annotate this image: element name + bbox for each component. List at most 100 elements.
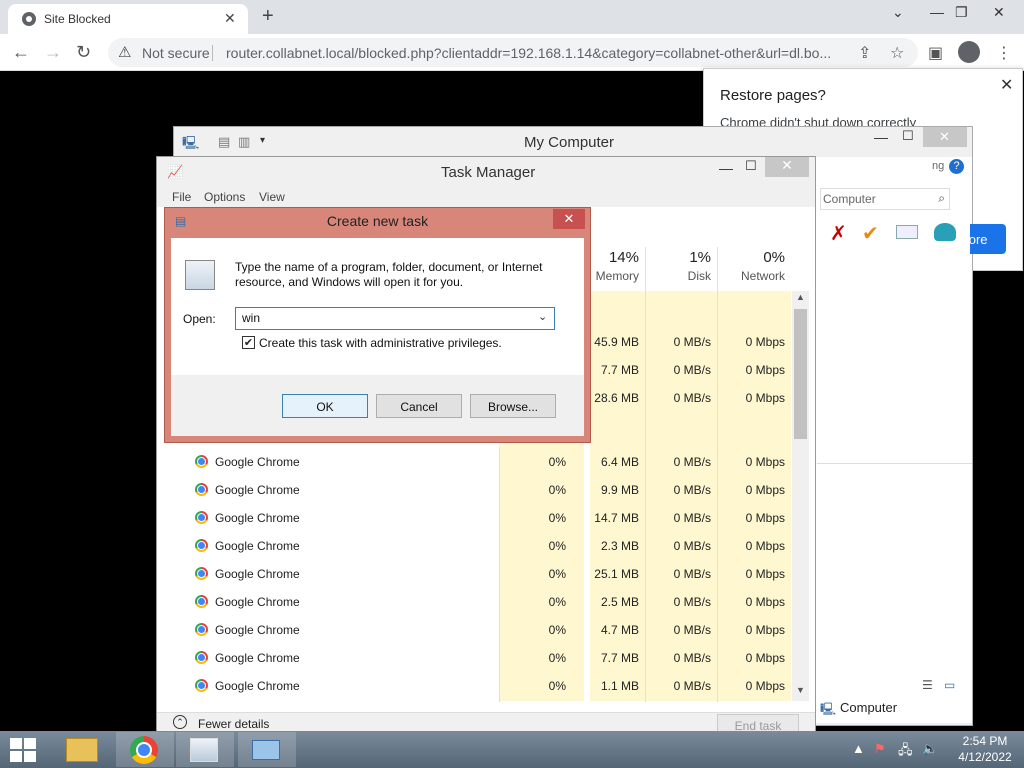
properties-icon[interactable]: ▤ xyxy=(218,134,230,150)
memory-value: 6.4 MB xyxy=(600,455,639,469)
mc-close-button[interactable]: ✕ xyxy=(923,127,967,147)
upper-row-memory: 28.6 MB xyxy=(594,391,639,405)
upper-row-network: 0 Mbps xyxy=(745,391,785,405)
browse-button[interactable]: Browse... xyxy=(470,394,556,418)
upper-row-memory: 7.7 MB xyxy=(600,363,639,377)
cpu-value: 0% xyxy=(548,539,566,553)
disk-label: Disk xyxy=(687,269,711,283)
restore-button-label: Restore xyxy=(970,232,988,247)
memory-label: Memory xyxy=(595,269,639,283)
url-text[interactable]: router.collabnet.local/blocked.php?clien… xyxy=(226,45,831,61)
scroll-up-icon[interactable]: ▲ xyxy=(796,292,805,302)
memory-value: 9.9 MB xyxy=(600,483,639,497)
combo-chevron-down-icon[interactable]: ⌄ xyxy=(538,310,547,323)
mc-maximize-button[interactable]: ☐ xyxy=(902,128,914,144)
upper-row-disk: 0 MB/s xyxy=(673,363,711,377)
restore-button[interactable]: ❐ xyxy=(955,4,968,21)
tm-minimize-button[interactable]: — xyxy=(719,160,733,176)
warning-icon[interactable]: ⚠ xyxy=(118,43,131,61)
chrome-taskbar-button[interactable] xyxy=(116,732,174,767)
tm-maximize-button[interactable]: ☐ xyxy=(745,158,757,174)
tab-title: Site Blocked xyxy=(44,12,111,26)
process-name: Google Chrome xyxy=(215,623,300,637)
mc-minimize-button[interactable]: — xyxy=(874,129,888,145)
network-pct: 0% xyxy=(763,249,785,266)
admin-checkbox-label[interactable]: Create this task with administrative pri… xyxy=(259,336,502,350)
menu-options[interactable]: Options xyxy=(204,190,245,204)
run-taskbar-button[interactable] xyxy=(238,732,296,767)
network-globe-icon[interactable] xyxy=(934,223,956,241)
restore-button[interactable]: Restore xyxy=(970,224,1006,254)
reload-icon[interactable]: ↻ xyxy=(76,42,91,63)
column-disk[interactable]: 1% Disk xyxy=(647,249,711,283)
close-button[interactable]: ✕ xyxy=(993,4,1005,21)
restore-close-icon[interactable]: ✕ xyxy=(1000,75,1013,95)
cancel-button[interactable]: Cancel xyxy=(376,394,462,418)
start-windows-icon[interactable] xyxy=(10,738,38,762)
task-manager-menu: File Options View xyxy=(157,187,815,207)
forward-arrow-icon[interactable]: → xyxy=(44,42,62,63)
tiles-view-icon[interactable]: ▭ xyxy=(944,678,955,692)
run-program-icon xyxy=(185,260,215,290)
tab-site-blocked[interactable]: Site Blocked ✕ xyxy=(8,4,248,34)
memory-value: 1.1 MB xyxy=(600,679,639,693)
network-icon[interactable]: 🖧 xyxy=(898,741,913,763)
taskbar-clock[interactable]: 2:54 PM 4/12/2022 xyxy=(950,733,1020,765)
chrome-icon xyxy=(195,679,208,692)
chrome-icon xyxy=(195,651,208,664)
process-name: Google Chrome xyxy=(215,511,300,525)
action-center-flag-icon[interactable]: ⚑ xyxy=(874,741,886,757)
folder-icon[interactable]: ▥ xyxy=(238,134,250,150)
disk-value: 0 MB/s xyxy=(673,679,711,693)
volume-muted-icon[interactable]: 🔈 xyxy=(922,741,938,757)
column-memory[interactable]: 14% Memory xyxy=(587,249,639,283)
menu-kebab-icon[interactable]: ⋮ xyxy=(996,43,1012,63)
chrome-icon-center xyxy=(138,744,150,756)
share-icon[interactable]: ⇪ xyxy=(858,43,871,63)
rename-icon[interactable] xyxy=(896,225,918,239)
menu-view[interactable]: View xyxy=(259,190,285,204)
chrome-icon xyxy=(195,623,208,636)
ok-button[interactable]: OK xyxy=(282,394,368,418)
open-combobox[interactable]: win ⌄ xyxy=(235,307,555,330)
details-view-icon[interactable]: ☰ xyxy=(922,678,933,692)
delete-x-icon[interactable]: ✗ xyxy=(830,221,847,246)
task-manager-taskbar-button[interactable] xyxy=(176,732,234,767)
cpu-value: 0% xyxy=(548,623,566,637)
minimize-button[interactable]: — xyxy=(930,4,944,20)
scrollbar-thumb[interactable] xyxy=(794,309,807,439)
tab-search-chevron-icon[interactable]: ⌄ xyxy=(892,4,904,21)
checkmark-icon[interactable]: ✔ xyxy=(862,221,879,246)
process-name: Google Chrome xyxy=(215,539,300,553)
column-network[interactable]: 0% Network xyxy=(719,249,785,283)
cpu-value: 0% xyxy=(548,651,566,665)
disk-value: 0 MB/s xyxy=(673,483,711,497)
scroll-down-icon[interactable]: ▼ xyxy=(796,685,805,695)
address-bar[interactable]: ⚠ Not secure router.collabnet.local/bloc… xyxy=(108,38,918,67)
fewer-details-chevron-icon[interactable]: ⌃ xyxy=(173,715,187,729)
show-hidden-icons[interactable]: ▲ xyxy=(852,741,865,756)
content-divider xyxy=(817,463,972,464)
security-label[interactable]: Not secure xyxy=(142,45,210,61)
profile-avatar-icon[interactable] xyxy=(958,41,980,63)
back-arrow-icon[interactable]: ← xyxy=(12,42,30,63)
admin-checkbox[interactable]: ✔ xyxy=(242,336,255,349)
menu-file[interactable]: File xyxy=(172,190,191,204)
file-explorer-taskbar-button[interactable] xyxy=(54,732,112,767)
bookmark-star-icon[interactable]: ☆ xyxy=(890,43,904,63)
network-value: 0 Mbps xyxy=(745,511,785,525)
upper-row-network: 0 Mbps xyxy=(745,335,785,349)
quick-access-chevron-icon[interactable]: ▾ xyxy=(260,135,265,146)
computer-search-box[interactable]: Computer ⌕ xyxy=(820,188,950,210)
help-icon[interactable]: ? xyxy=(949,159,964,174)
task-manager-titlebar: 📈 Task Manager — ☐ ✕ xyxy=(157,157,815,187)
new-tab-button[interactable]: + xyxy=(262,5,274,28)
dialog-close-button[interactable]: ✕ xyxy=(553,209,585,229)
open-input-value[interactable]: win xyxy=(242,311,260,325)
memory-value: 7.7 MB xyxy=(600,651,639,665)
process-name: Google Chrome xyxy=(215,595,300,609)
tab-close-icon[interactable]: ✕ xyxy=(224,10,236,27)
side-panel-icon[interactable]: ▣ xyxy=(928,43,943,63)
fewer-details-link[interactable]: Fewer details xyxy=(198,717,269,731)
tm-close-button[interactable]: ✕ xyxy=(765,157,809,177)
